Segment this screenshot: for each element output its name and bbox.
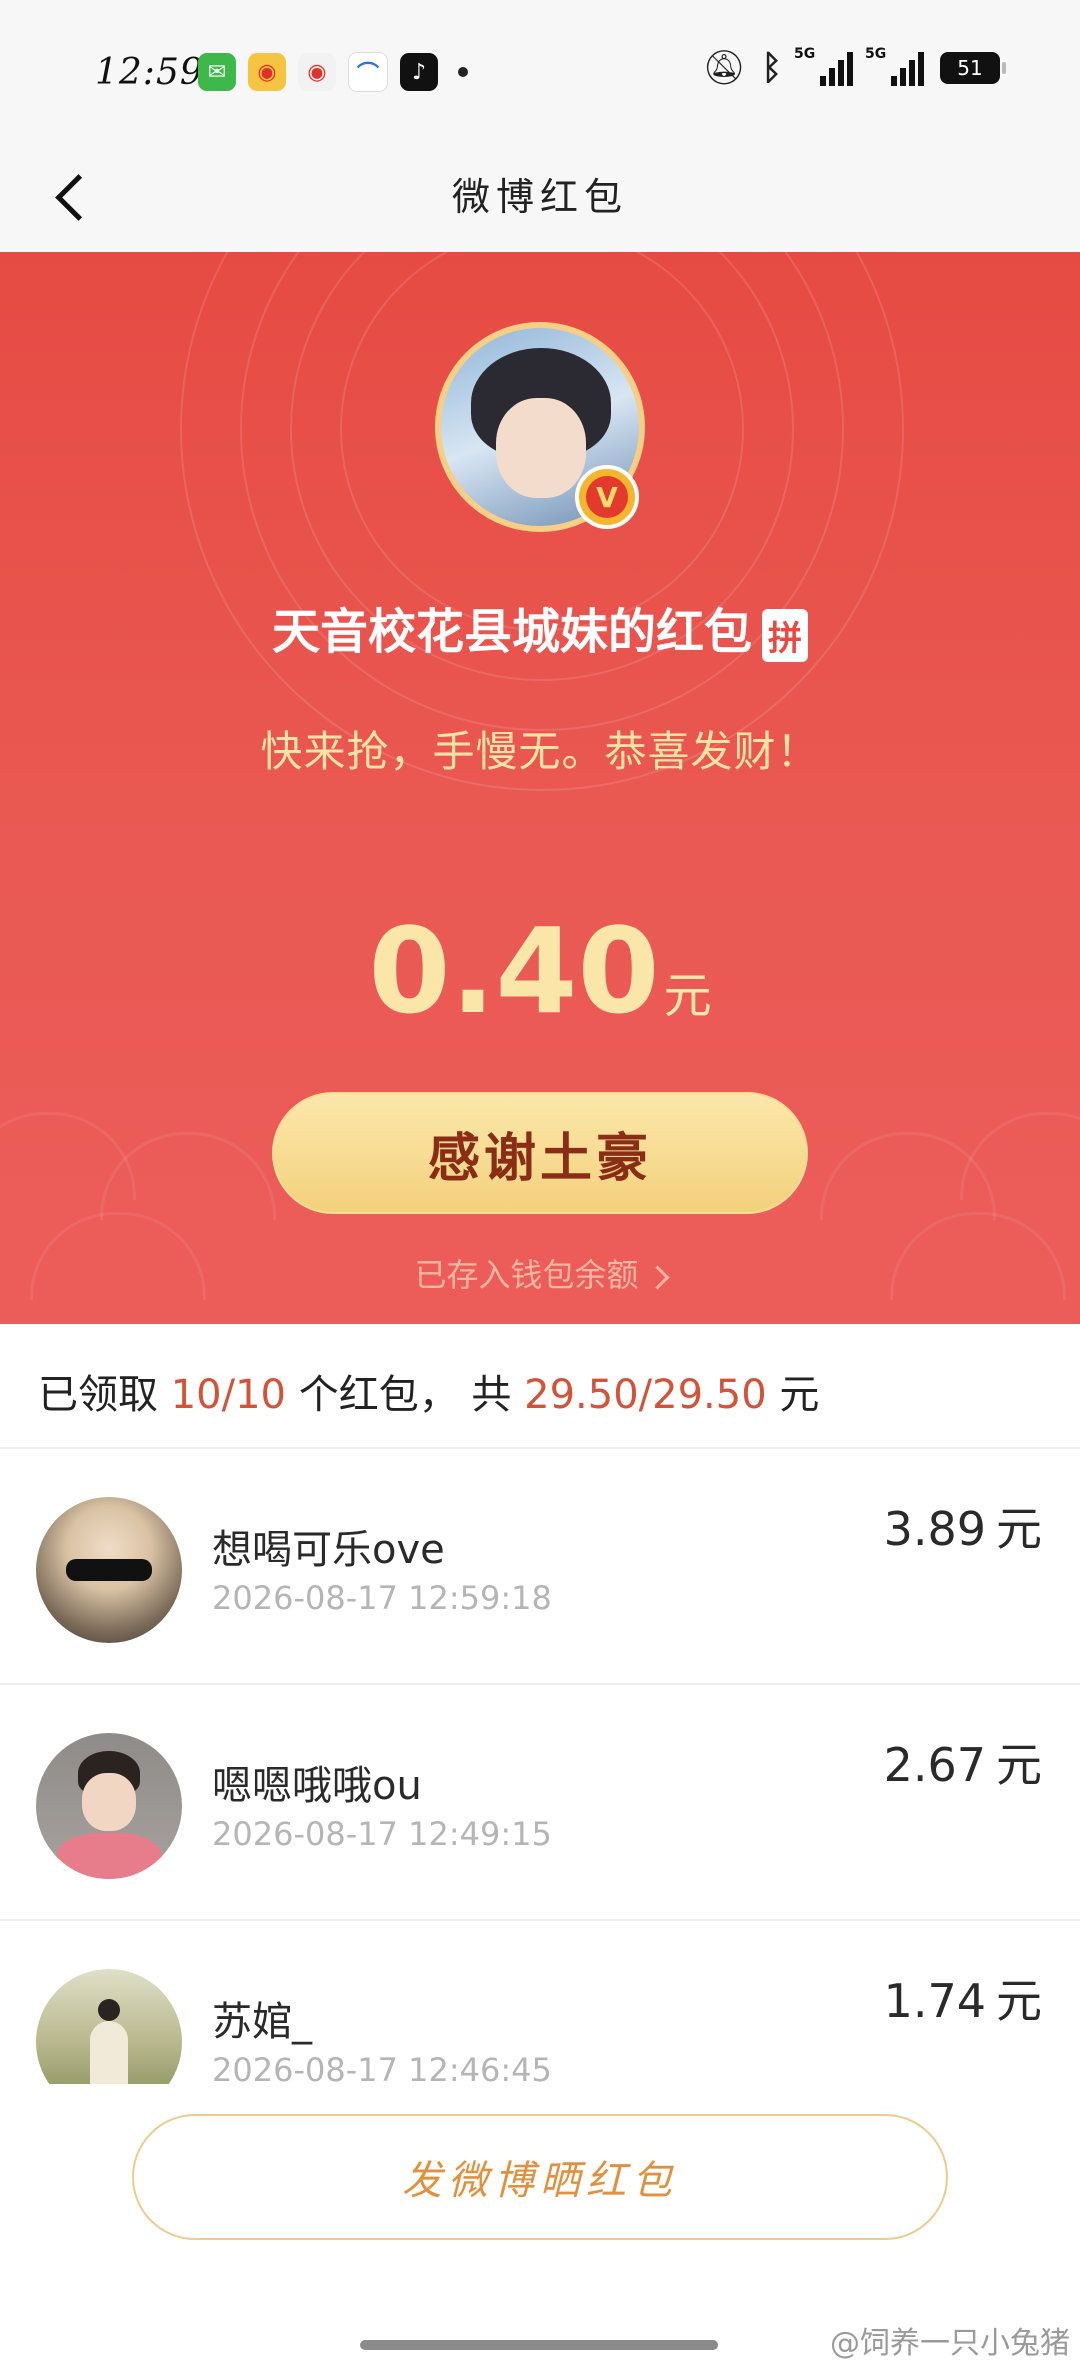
recipient-name: 苏婠_ bbox=[212, 1999, 312, 2045]
list-item[interactable]: 苏婠_ 2026-08-17 12:46:45 1.74 元 bbox=[0, 1921, 1080, 2084]
wallet-balance-link[interactable]: 已存入钱包余额 bbox=[0, 1250, 1080, 1296]
recipient-list[interactable]: 想喝可乐ove 2026-08-17 12:59:18 3.89 元 嗯嗯哦哦ou… bbox=[0, 1449, 1080, 2084]
list-item[interactable]: 嗯嗯哦哦ou 2026-08-17 12:49:15 2.67 元 bbox=[0, 1685, 1080, 1921]
battery-level: 51 bbox=[957, 56, 983, 80]
sender-title: 天音校花县城妹的红包拼 bbox=[0, 592, 1080, 662]
weibo-alt-icon: ◉ bbox=[298, 53, 336, 91]
summary-middle: 个红包， 共 bbox=[286, 1372, 525, 1418]
claim-time: 2026-08-17 12:59:18 bbox=[212, 1579, 552, 1617]
claim-summary: 已领取 10/10 个红包， 共 29.50/29.50 元 bbox=[0, 1324, 1080, 1449]
claim-time: 2026-08-17 12:49:15 bbox=[212, 1815, 552, 1853]
recipient-name: 嗯嗯哦哦ou bbox=[212, 1763, 422, 1809]
summary-prefix: 已领取 bbox=[38, 1372, 171, 1418]
amount-value: 1.74 bbox=[883, 1974, 986, 2028]
amount-unit: 元 bbox=[996, 1974, 1042, 2028]
watermark: @饲养一只小兔猪 bbox=[830, 2326, 1070, 2361]
tiktok-icon: ♪ bbox=[400, 53, 438, 91]
more-notifications-icon bbox=[458, 67, 468, 77]
wallet-link-label: 已存入钱包余额 bbox=[414, 1256, 639, 1294]
status-time: 12:59 bbox=[95, 52, 204, 93]
signal-label: 5G bbox=[794, 46, 816, 62]
claimed-count: 10/10 bbox=[170, 1372, 286, 1418]
nav-header: 微博红包 bbox=[0, 140, 1080, 252]
mute-bell-icon: 🔕︎ bbox=[702, 48, 746, 88]
verified-badge-icon: V bbox=[575, 465, 639, 529]
recipient-name: 想喝可乐ove bbox=[212, 1527, 445, 1573]
avatar-face bbox=[496, 398, 586, 498]
taobao-icon: ⌒ bbox=[348, 52, 388, 92]
amount-unit: 元 bbox=[996, 1502, 1042, 1556]
greeting-text: 快来抢，手慢无。恭喜发财！ bbox=[260, 727, 820, 776]
bluetooth-icon: ᛒ bbox=[761, 48, 782, 88]
amount-unit: 元 bbox=[996, 1738, 1042, 1792]
claim-amount: 2.67 元 bbox=[884, 1729, 1042, 1795]
signal-icon: 5G bbox=[865, 46, 924, 86]
weibo-icon: ◉ bbox=[248, 53, 286, 91]
claimed-total: 29.50/29.50 bbox=[524, 1372, 767, 1418]
status-bar: 12:59 ✉ ◉ ◉ ⌒ ♪ 🔕︎ ᛒ 5G 5G 51 bbox=[0, 0, 1080, 140]
home-indicator[interactable] bbox=[360, 2340, 718, 2350]
wechat-icon: ✉ bbox=[198, 53, 236, 91]
red-packet-hero: V 天音校花县城妹的红包拼 快来抢，手慢无。恭喜发财！ 0.40元 感谢土豪 已… bbox=[0, 252, 1080, 1324]
sender-name: 天音校花县城妹的红包 bbox=[271, 604, 752, 660]
list-item[interactable]: 想喝可乐ove 2026-08-17 12:59:18 3.89 元 bbox=[0, 1449, 1080, 1685]
decor-wave bbox=[100, 1132, 276, 1220]
decor-wave bbox=[960, 1112, 1080, 1200]
claim-amount: 1.74 元 bbox=[884, 1965, 1042, 2031]
claim-time: 2026-08-17 12:46:45 bbox=[212, 2051, 552, 2084]
chevron-right-icon bbox=[644, 1264, 670, 1290]
thanks-button-label: 感谢土豪 bbox=[427, 1128, 652, 1189]
thanks-button[interactable]: 感谢土豪 bbox=[272, 1092, 808, 1214]
page-title: 微博红包 bbox=[451, 175, 628, 219]
avatar bbox=[36, 1497, 182, 1643]
signal-label: 5G bbox=[865, 46, 887, 62]
amount-unit: 元 bbox=[663, 968, 712, 1024]
notification-icons: ✉ ◉ ◉ ⌒ ♪ bbox=[198, 52, 468, 92]
summary-text: 已领取 10/10 个红包， 共 29.50/29.50 元 bbox=[38, 1362, 819, 1420]
amount-value: 2.67 bbox=[883, 1738, 986, 1792]
amount-value: 3.89 bbox=[883, 1502, 986, 1556]
group-packet-badge: 拼 bbox=[762, 608, 808, 662]
summary-suffix: 元 bbox=[766, 1372, 820, 1418]
received-amount: 0.40元 bbox=[0, 902, 1080, 1040]
share-red-packet-button[interactable]: 发微博晒红包 bbox=[132, 2114, 948, 2240]
sunglasses-shape bbox=[66, 1559, 152, 1581]
avatar bbox=[36, 1733, 182, 1879]
claim-amount: 3.89 元 bbox=[884, 1493, 1042, 1559]
system-icons: 🔕︎ ᛒ 5G 5G 51 bbox=[702, 46, 1006, 88]
avatar bbox=[36, 1969, 182, 2084]
share-button-label: 发微博晒红包 bbox=[402, 2158, 678, 2204]
signal-icon: 5G bbox=[794, 46, 853, 86]
amount-value: 0.40 bbox=[368, 902, 660, 1040]
battery-icon: 51 bbox=[940, 52, 1006, 84]
